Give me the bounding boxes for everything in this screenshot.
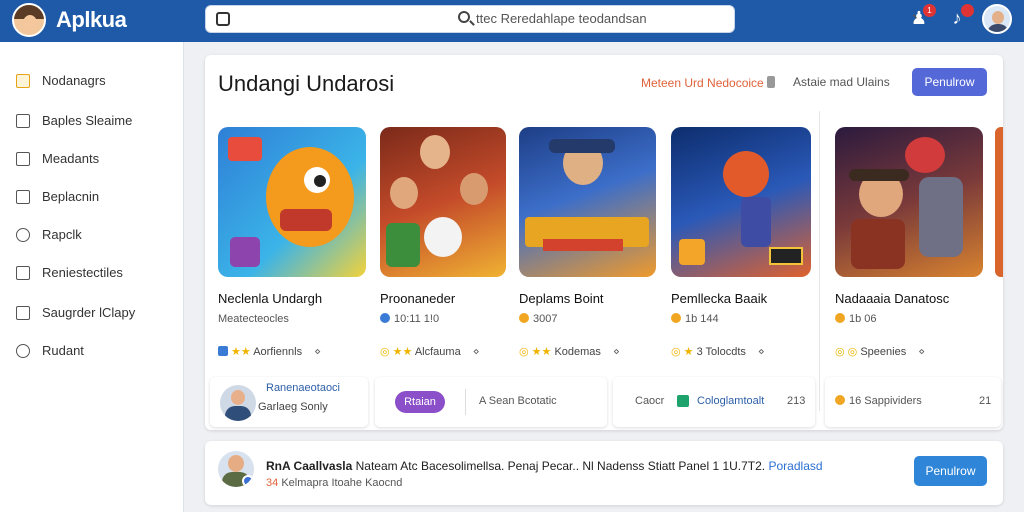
search-icon [458,11,470,23]
supporters-text[interactable]: 16 Sappividers [835,395,922,407]
check-icon[interactable] [677,395,689,407]
user-name[interactable]: Ranenaeotaoci [266,382,340,394]
game-thumbnail[interactable] [519,127,656,277]
notification-badge: 1 [923,4,936,17]
sidebar-item-7[interactable]: Saugrder lClapy [16,304,176,326]
checkbox-icon [16,74,30,88]
sidebar-item-6[interactable]: Reniestectiles [16,264,176,286]
notification-icon[interactable]: ♟ 1 [908,4,936,30]
sidebar-item-1[interactable]: Nodanagrs [16,72,176,94]
action-strip: Rtaian A Sean Bcotatic [375,377,607,427]
game-thumbnail-partial[interactable] [995,127,1003,277]
sidebar: Nodanagrs Baples Sleaime Meadants Beplac… [0,42,184,512]
page-title: Undangi Undarosi [218,71,395,96]
follow-button[interactable]: Penulrow [912,68,987,96]
lock-icon [767,76,775,88]
sidebar-item-2[interactable]: Baples Sleaime [16,112,176,134]
game-title[interactable]: Neclenla Undargh [218,291,322,306]
page-icon [16,190,30,204]
app-avatar[interactable] [12,3,46,37]
alerts-badge [961,4,974,17]
sidebar-item-3[interactable]: Meadants [16,150,176,172]
user-strip[interactable]: Ranenaeotaoci Garlaeg Sonly [210,377,368,427]
square-icon [16,152,30,166]
top-bar: Aplkua ttec Reredahlape teodandsan ✕ ♟ 1 … [0,0,1024,42]
check-count: 213 [787,395,806,407]
post-sub: 34 Kelmapra Itoahe Kaocnd [266,477,403,489]
game-rating: ★★ Aorfiennls ⋄ [218,345,321,358]
game-rating: ◎ ★★ Alcfauma ⋄ [380,346,480,358]
tools-icon [16,344,30,358]
action-pill-button[interactable]: Rtaian [395,391,445,413]
follow-button[interactable]: Penulrow [914,456,987,486]
square-icon [16,266,30,280]
game-meta: 1b 144 [671,313,719,325]
game-meta: 10:11 1!0 [380,313,439,325]
search-input[interactable]: ttec Reredahlape teodandsan [476,11,647,26]
sidebar-item-4[interactable]: Beplacnin [16,188,176,210]
cancel-button[interactable]: Caocr [635,395,664,407]
post-link[interactable]: Poradlasd [769,459,823,473]
game-title[interactable]: Proonaneder [380,291,455,306]
game-thumbnail[interactable] [835,127,983,277]
header-text: Astaie mad Ulains [793,75,890,89]
game-meta: Meatecteocles [218,313,289,325]
sidebar-item-label: Reniestectiles [42,265,123,280]
supporters-strip: 16 Sappividers 21 [825,377,1001,427]
game-rating: ◎ ★ 3 Tolocdts ⋄ [671,346,765,358]
game-title[interactable]: Pemllecka Baaik [671,291,767,306]
sidebar-item-label: Rapclk [42,227,82,242]
game-rating: ◎ ◎ Speenies ⋄ [835,346,926,358]
document-icon [16,114,30,128]
verified-icon [242,475,254,487]
divider [465,389,466,415]
game-thumbnail[interactable] [218,127,366,277]
sidebar-item-label: Rudant [42,343,84,358]
featured-games-card: Undangi Undarosi Meteen Urd Nedocoice As… [205,55,1003,430]
sidebar-item-label: Saugrder lClapy [42,305,136,320]
check-label[interactable]: Cologlamtoalt [697,395,764,407]
game-thumbnail[interactable] [671,127,811,277]
sidebar-item-5[interactable]: Rapclk [16,226,176,248]
post-text: RnA Caallvasla Nateam Atc Bacesolimellsa… [266,459,823,473]
sidebar-item-label: Beplacnin [42,189,100,204]
search-bar[interactable]: ttec Reredahlape teodandsan ✕ [205,5,924,33]
sidebar-item-label: Nodanagrs [42,73,106,88]
bookmark-icon[interactable] [216,12,230,26]
alerts-icon[interactable]: ♪ [946,4,974,30]
home-icon [16,306,30,320]
check-strip: Caocr Cologlamtoalt 213 [613,377,815,427]
sidebar-item-label: Meadants [42,151,100,166]
search-icon [16,228,30,242]
avatar[interactable] [220,385,256,421]
supporters-count: 21 [979,395,992,407]
game-meta: 1b 06 [835,313,877,325]
sidebar-item-8[interactable]: Rudant [16,342,176,364]
sidebar-item-label: Baples Sleaime [42,113,133,128]
post-card: RnA Caallvasla Nateam Atc Bacesolimellsa… [205,441,1003,505]
post-author[interactable]: RnA Caallvasla [266,459,352,473]
divider [819,111,820,411]
user-avatar[interactable] [982,4,1012,34]
user-sub: Garlaeg Sonly [258,401,328,413]
game-meta: 3007 [519,313,557,325]
brand-logo[interactable]: Aplkua [56,7,127,33]
game-rating: ◎ ★★ Kodemas ⋄ [519,346,620,358]
header-link[interactable]: Meteen Urd Nedocoice [641,76,764,90]
field-text[interactable]: A Sean Bcotatic [479,395,557,407]
game-title[interactable]: Nadaaaia Danatosc [835,291,949,306]
avatar[interactable] [218,451,254,487]
game-title[interactable]: Deplams Boint [519,291,604,306]
game-thumbnail[interactable] [380,127,506,277]
